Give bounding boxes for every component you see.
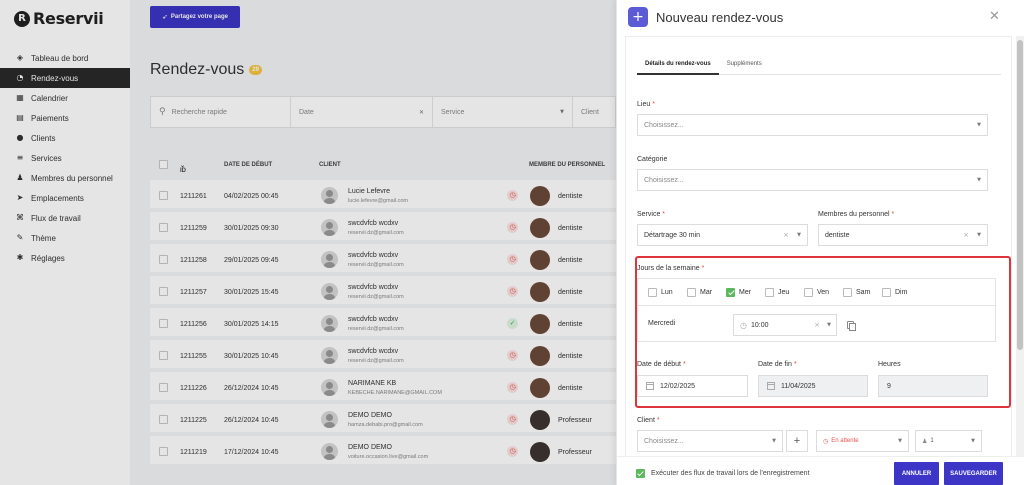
chevron-down-icon: ▼ [971,438,975,444]
hours-label: Heures [878,361,901,368]
chevron-down-icon: ▼ [827,322,831,328]
lieu-placeholder: Choisissez... [644,121,684,129]
tab-details[interactable]: Détails du rendez-vous [637,57,719,75]
start-date-label: Date de début * [637,361,686,368]
calendar-icon [767,382,775,390]
modal-backdrop[interactable] [0,0,616,485]
hours-value: 9 [887,382,891,390]
new-appointment-panel: + Nouveau rendez-vous ✕ Détails du rende… [616,0,1024,485]
day-checkbox[interactable] [765,287,774,297]
end-date-label: Date de fin * [758,361,797,368]
copy-icon[interactable] [847,321,856,331]
end-date-value: 11/04/2025 [781,382,816,390]
service-select[interactable]: Détartrage 30 min × ▼ [637,224,808,246]
day-sam[interactable]: Sam [843,287,882,297]
weekday-checkboxes: Lun Mar Mer Jeu Ven Sam Dim [637,278,996,306]
hours-input[interactable]: 9 [878,375,988,397]
people-count-value: 1 [930,438,934,444]
status-value: En attente [831,438,859,444]
save-button[interactable]: SAUVEGARDER [944,462,1003,485]
day-label: Ven [817,288,830,296]
lieu-select[interactable]: Choisissez... ▼ [637,114,988,136]
day-dim[interactable]: Dim [882,287,921,297]
panel-tabs: Détails du rendez-vous Suppléments [637,57,1001,75]
day-label: Mer [739,288,752,296]
staff-select[interactable]: dentiste × ▼ [818,224,988,246]
day-checkbox[interactable] [726,287,735,297]
plus-icon: + [628,7,648,27]
chevron-down-icon: ▼ [977,232,981,238]
day-label: Dim [895,288,908,296]
start-date-value: 12/02/2025 [660,382,696,390]
categorie-select[interactable]: Choisissez... ▼ [637,169,988,191]
day-checkbox[interactable] [648,287,657,297]
day-checkbox[interactable] [882,287,891,297]
cancel-button[interactable]: ANNULER [894,462,939,485]
categorie-placeholder: Choisissez... [644,176,684,184]
workflow-checkbox[interactable] [636,469,645,478]
day-label: Sam [856,288,871,296]
chevron-down-icon: ▼ [977,122,981,128]
add-client-button[interactable]: + [786,430,808,452]
workflow-label: Exécuter des flux de travail lors de l'e… [651,470,810,477]
chevron-down-icon: ▼ [772,438,776,444]
clear-icon[interactable]: × [783,231,789,239]
day-lun[interactable]: Lun [648,287,687,297]
day-label: Mar [700,288,713,296]
day-jeu[interactable]: Jeu [765,287,804,297]
day-checkbox[interactable] [804,287,813,297]
staff-label: Membres du personnel * [818,211,895,218]
panel-header: + Nouveau rendez-vous ✕ [617,0,1024,36]
person-icon: ♟ [922,437,928,445]
client-select[interactable]: Choisissez... ▼ [637,430,783,452]
client-placeholder: Choisissez... [644,437,684,445]
calendar-icon [646,382,654,390]
lieu-label: Lieu * [637,101,655,108]
panel-title: Nouveau rendez-vous [656,10,784,25]
time-value: 10:00 [750,321,769,329]
close-icon[interactable]: ✕ [989,10,1000,24]
clock-icon: ◷ [740,320,747,330]
day-ven[interactable]: Ven [804,287,843,297]
time-select[interactable]: ◷ 10:00 × ▼ [733,314,837,336]
staff-value: dentiste [825,231,850,239]
app-window: R Reservii ◈ Tableau de bord ◔ Rendez-vous ▦… [0,0,1024,485]
day-label: Jeu [778,288,790,296]
panel-footer: Exécuter des flux de travail lors de l'e… [617,456,1024,485]
day-mer[interactable]: Mer [726,287,765,297]
people-count-select[interactable]: ♟ 1 ▼ [915,430,982,452]
day-checkbox[interactable] [843,287,852,297]
clear-icon[interactable]: × [814,321,820,329]
client-label: Client * [637,417,660,424]
chevron-down-icon: ▼ [797,232,801,238]
days-label: Jours de la semaine * [637,265,705,272]
day-schedule-row: Mercredi ◷ 10:00 × ▼ [637,306,996,342]
start-date-input[interactable]: 12/02/2025 [637,375,748,397]
service-value: Détartrage 30 min [644,231,701,239]
day-checkbox[interactable] [687,287,696,297]
end-date-input[interactable]: 11/04/2025 [758,375,868,397]
scrollbar-thumb[interactable] [1017,40,1023,350]
day-name: Mercredi [648,320,676,327]
tab-extras[interactable]: Suppléments [719,57,770,75]
chevron-down-icon: ▼ [898,438,902,444]
clear-icon[interactable]: × [963,231,969,239]
day-mar[interactable]: Mar [687,287,726,297]
chevron-down-icon: ▼ [977,177,981,183]
panel-body: Détails du rendez-vous Suppléments Lieu … [625,36,1012,456]
service-label: Service * [637,211,666,218]
day-label: Lun [661,288,673,296]
pending-icon: ◷ [823,437,829,445]
status-select[interactable]: ◷ En attente ▼ [816,430,909,452]
categorie-label: Catégorie [637,156,668,163]
